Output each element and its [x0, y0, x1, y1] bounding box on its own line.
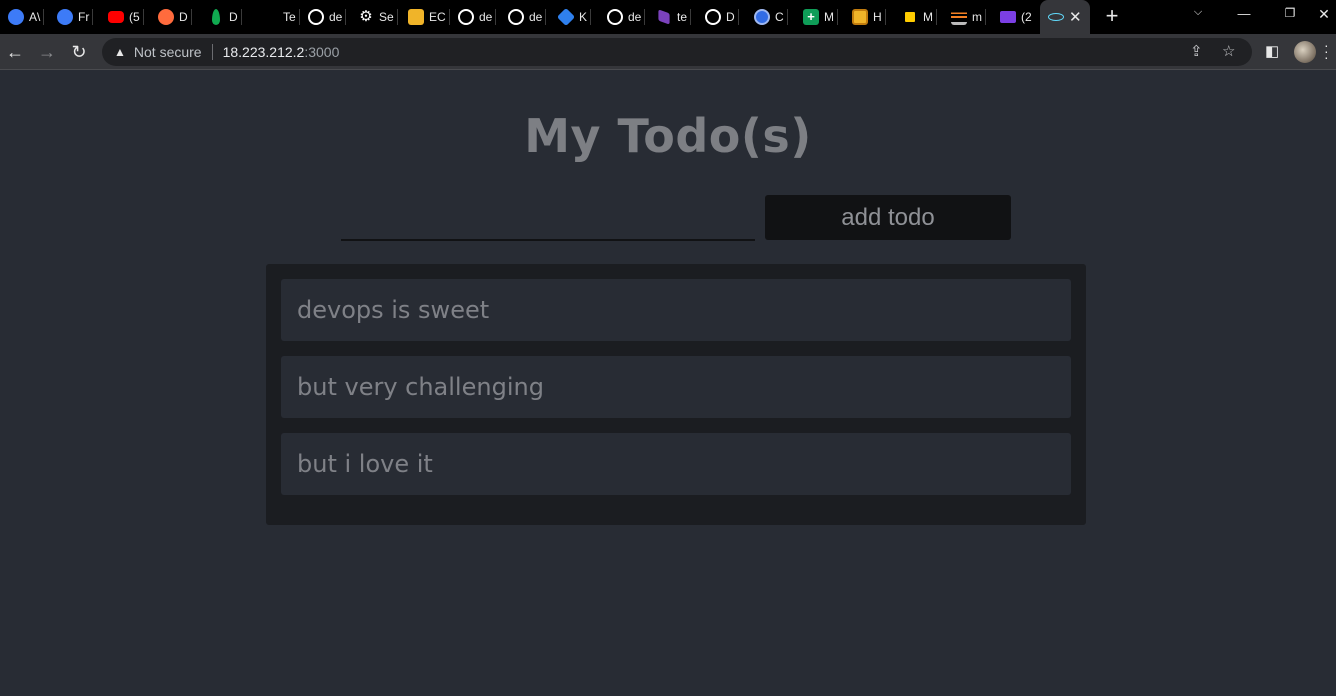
new-tab-button[interactable]: + [1100, 4, 1124, 28]
todo-text: but i love it [297, 450, 433, 478]
restore-button[interactable]: ❐ [1280, 6, 1300, 20]
browser-tab-strip: A\ Fr (5 D D Te de ⚙ Se EC de de K de te … [0, 0, 1336, 34]
aws-icon [408, 9, 424, 25]
terraform-icon [658, 9, 670, 25]
app-icon [57, 9, 73, 25]
menu-icon[interactable]: · · · [1324, 38, 1330, 64]
warning-icon[interactable]: ▲ [114, 45, 126, 59]
tab-16[interactable]: + M [803, 6, 838, 28]
sheets-icon: + [803, 9, 819, 25]
back-button[interactable]: ← [4, 41, 26, 63]
tab-10[interactable]: de [508, 6, 547, 28]
app-icon [8, 9, 24, 25]
tab-9[interactable]: de [458, 6, 497, 28]
add-todo-button[interactable]: add todo [765, 195, 1011, 240]
tab-0[interactable]: A\ [8, 6, 45, 28]
tab-4[interactable]: D [208, 6, 242, 28]
github-icon [508, 9, 524, 25]
close-window-button[interactable]: ✕ [1314, 6, 1334, 23]
tab-5[interactable]: Te [262, 6, 300, 28]
tab-active[interactable]: ✕ [1040, 0, 1090, 34]
tab-20[interactable]: (2 [1000, 6, 1032, 28]
tab-18[interactable]: M [902, 6, 937, 28]
todo-list: devops is sweet but very challenging but… [266, 264, 1086, 525]
list-item[interactable]: but very challenging [281, 356, 1071, 418]
mtn-icon [902, 9, 918, 25]
gear-icon: ⚙ [359, 8, 373, 25]
tab-14[interactable]: D [705, 6, 739, 28]
todo-input[interactable] [341, 199, 755, 241]
todo-text: but very challenging [297, 373, 544, 401]
reload-button[interactable]: ↻ [68, 41, 90, 63]
mongodb-icon [212, 9, 220, 25]
bookmark-star-icon[interactable]: ☆ [1222, 42, 1235, 60]
tab-15[interactable]: C [754, 6, 788, 28]
list-item[interactable]: devops is sweet [281, 279, 1071, 341]
react-icon [1048, 13, 1064, 21]
app-icon [556, 7, 576, 27]
tab-7[interactable]: ⚙ Se [358, 6, 398, 28]
package-icon [852, 9, 868, 25]
page-title: My Todo(s) [524, 109, 812, 163]
side-panel-icon[interactable]: ◧ [1265, 42, 1279, 60]
github-icon [458, 9, 474, 25]
tab-8[interactable]: EC [408, 6, 450, 28]
tab-search-icon[interactable]: ⌵ [1188, 6, 1208, 19]
security-label[interactable]: Not secure [134, 44, 202, 60]
url-port[interactable]: :3000 [304, 44, 339, 60]
github-icon [607, 9, 623, 25]
tab-2[interactable]: (5 [108, 6, 144, 28]
mail-icon [1000, 11, 1016, 23]
forward-button[interactable]: → [36, 41, 58, 63]
stackoverflow-icon [951, 9, 967, 25]
youtube-icon [108, 11, 124, 23]
list-item[interactable]: but i love it [281, 433, 1071, 495]
tab-3[interactable]: D [158, 6, 192, 28]
address-bar[interactable]: ▲ Not secure 18.223.212.2 :3000 ⇪ ☆ [102, 38, 1252, 66]
share-icon[interactable]: ⇪ [1190, 42, 1203, 60]
url-host[interactable]: 18.223.212.2 [223, 44, 305, 60]
todo-text: devops is sweet [297, 296, 490, 324]
app-page: My Todo(s) add todo devops is sweet but … [0, 71, 1336, 696]
app-icon [158, 9, 174, 25]
minimize-button[interactable]: — [1234, 6, 1254, 21]
kubernetes-icon [754, 9, 770, 25]
tab-1[interactable]: Fr [57, 6, 94, 28]
tab-17[interactable]: H [852, 6, 886, 28]
tab-19[interactable]: m [951, 6, 986, 28]
github-icon [308, 9, 324, 25]
tab-13[interactable]: te [656, 6, 692, 28]
tab-6[interactable]: de [308, 6, 347, 28]
github-icon [705, 9, 721, 25]
tab-12[interactable]: de [607, 6, 646, 28]
avatar[interactable] [1294, 41, 1316, 63]
tab-11[interactable]: K [556, 6, 592, 28]
browser-toolbar: ← → ↻ ▲ Not secure 18.223.212.2 :3000 ⇪ … [0, 34, 1336, 70]
close-tab-icon[interactable]: ✕ [1069, 8, 1082, 26]
